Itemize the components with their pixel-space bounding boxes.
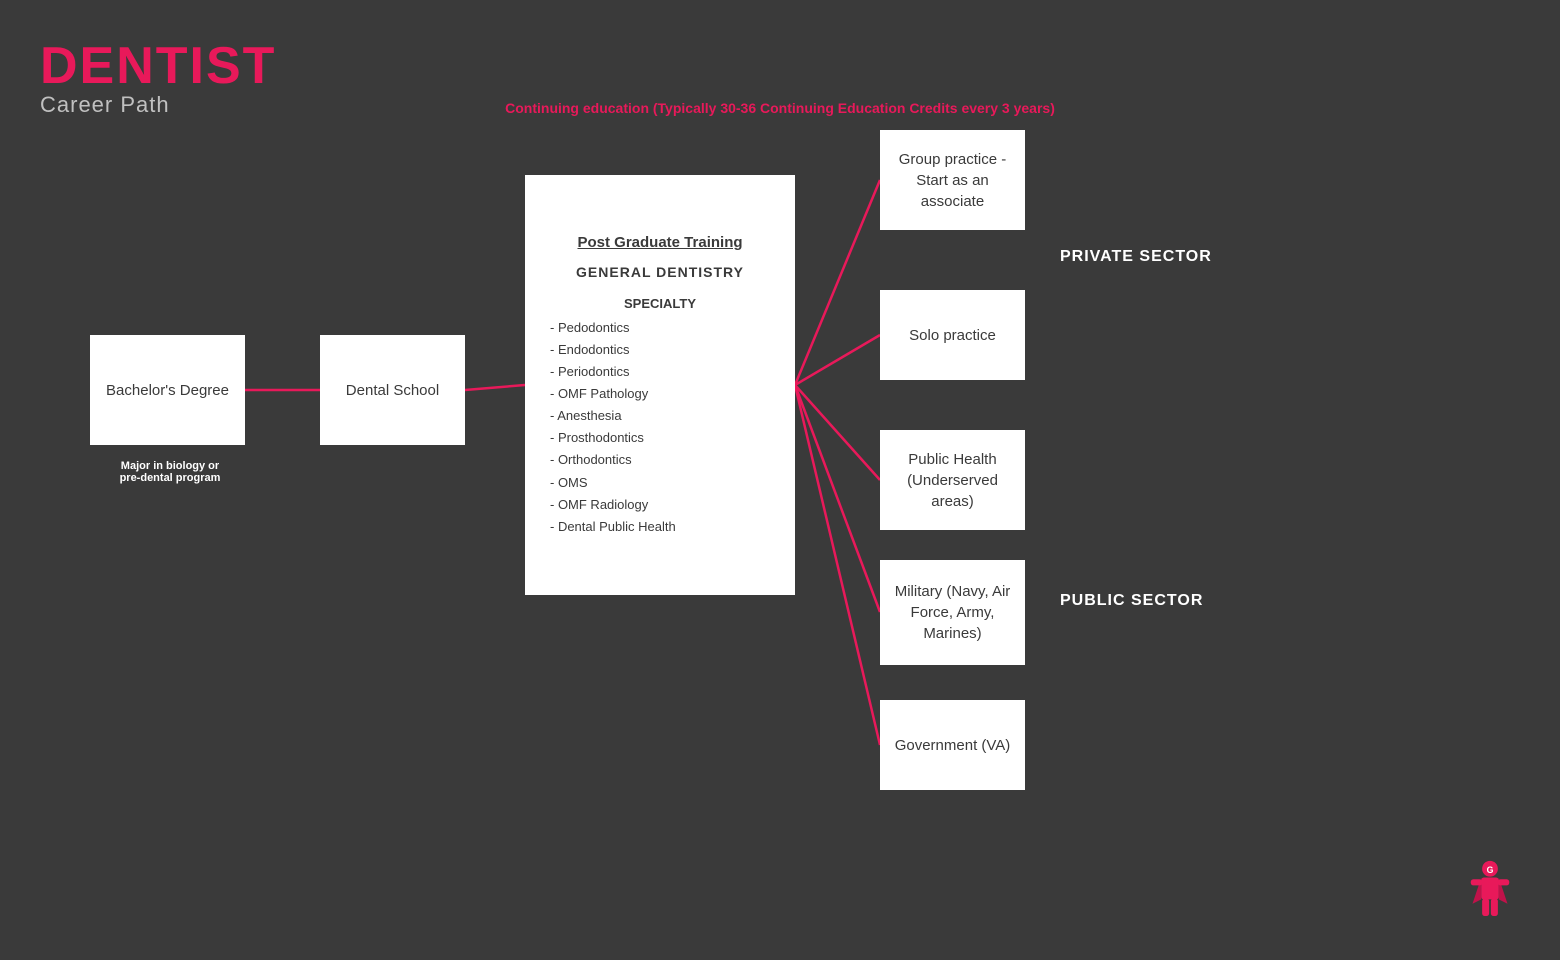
private-sector-label: PRIVATE SECTOR xyxy=(1060,248,1212,266)
group-practice-label: Group practice - Start as an associate xyxy=(899,149,1007,212)
public-health-label: Public Health (Underserved areas) xyxy=(907,449,998,512)
list-item: - OMF Radiology xyxy=(550,494,780,516)
group-practice-box: Group practice - Start as an associate xyxy=(880,130,1025,230)
list-item: - OMF Pathology xyxy=(550,383,780,405)
list-item: - Orthodontics xyxy=(550,449,780,471)
military-label: Military (Navy, Air Force, Army, Marines… xyxy=(895,581,1011,644)
solo-practice-box: Solo practice xyxy=(880,290,1025,380)
postgrad-box: Post Graduate Training GENERAL DENTISTRY… xyxy=(525,175,795,595)
postgrad-specialty-header: SPECIALTY xyxy=(540,295,780,313)
continuing-education-label: Continuing education (Typically 30-36 Co… xyxy=(0,100,1560,116)
mascot-icon: G xyxy=(1460,860,1520,930)
bachelors-degree-box: Bachelor's Degree xyxy=(90,335,245,445)
bachelors-sublabel: Major in biology orpre-dental program xyxy=(70,460,270,484)
dental-school-box: Dental School xyxy=(320,335,465,445)
list-item: - Endodontics xyxy=(550,339,780,361)
postgrad-title: Post Graduate Training xyxy=(540,232,780,253)
bachelors-degree-label: Bachelor's Degree xyxy=(106,380,229,401)
list-item: - Periodontics xyxy=(550,361,780,383)
government-label: Government (VA) xyxy=(895,735,1011,756)
postgrad-content: Post Graduate Training GENERAL DENTISTRY… xyxy=(525,212,795,558)
postgrad-list: - Pedodontics - Endodontics - Periodonti… xyxy=(540,317,780,538)
svg-text:G: G xyxy=(1487,865,1494,875)
solo-practice-label: Solo practice xyxy=(909,325,996,346)
dental-school-label: Dental School xyxy=(346,380,439,401)
postgrad-general: GENERAL DENTISTRY xyxy=(540,263,780,283)
government-box: Government (VA) xyxy=(880,700,1025,790)
list-item: - OMS xyxy=(550,472,780,494)
public-sector-label: PUBLIC SECTOR xyxy=(1060,592,1203,610)
list-item: - Anesthesia xyxy=(550,405,780,427)
page-title: DENTIST xyxy=(40,40,276,92)
list-item: - Prosthodontics xyxy=(550,427,780,449)
public-health-box: Public Health (Underserved areas) xyxy=(880,430,1025,530)
list-item: - Dental Public Health xyxy=(550,516,780,538)
list-item: - Pedodontics xyxy=(550,317,780,339)
military-box: Military (Navy, Air Force, Army, Marines… xyxy=(880,560,1025,665)
